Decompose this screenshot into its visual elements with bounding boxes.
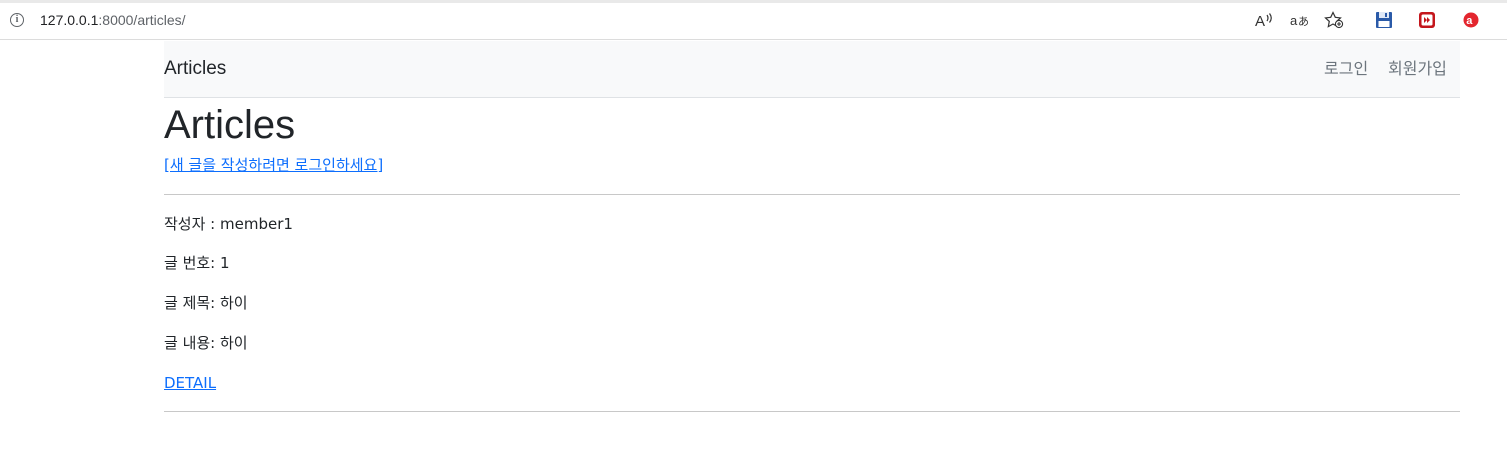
navbar-brand[interactable]: Articles <box>164 58 226 80</box>
svg-text:A: A <box>1255 13 1265 29</box>
nav-link-signup[interactable]: 회원가입 <box>1388 59 1447 79</box>
svg-text:a: a <box>1466 15 1473 27</box>
detail-link[interactable]: DETAIL <box>164 373 216 393</box>
navbar: Articles 로그인 회원가입 <box>164 41 1460 98</box>
svg-text:a: a <box>1290 13 1298 28</box>
read-aloud-icon[interactable]: A <box>1254 11 1274 29</box>
translate-icon[interactable]: a あ <box>1289 11 1309 29</box>
nav-link-login[interactable]: 로그인 <box>1324 59 1368 79</box>
media-icon[interactable] <box>1417 11 1437 29</box>
divider <box>164 411 1460 412</box>
article-author: 작성자 : member1 <box>164 215 293 233</box>
url-path: :8000/articles/ <box>98 12 186 28</box>
save-icon[interactable] <box>1374 11 1394 29</box>
favorites-icon[interactable] <box>1324 11 1344 29</box>
info-icon[interactable]: i <box>10 13 24 27</box>
svg-text:あ: あ <box>1298 15 1309 28</box>
extension-icon[interactable]: a <box>1461 11 1481 29</box>
article-title: 글 제목: 하이 <box>164 294 248 312</box>
address-bar[interactable]: 127.0.0.1:8000/articles/ <box>40 12 186 28</box>
url-host: 127.0.0.1 <box>40 12 99 28</box>
article-content: 글 내용: 하이 <box>164 334 248 352</box>
browser-toolbar: i 127.0.0.1:8000/articles/ A a あ a <box>0 0 1507 40</box>
page-title: Articles <box>164 103 296 147</box>
article-number: 글 번호: 1 <box>164 254 230 272</box>
login-to-create-link[interactable]: [새 글을 작성하려면 로그인하세요] <box>164 155 383 175</box>
divider <box>164 194 1460 195</box>
tab-strip-edge <box>0 0 1507 3</box>
